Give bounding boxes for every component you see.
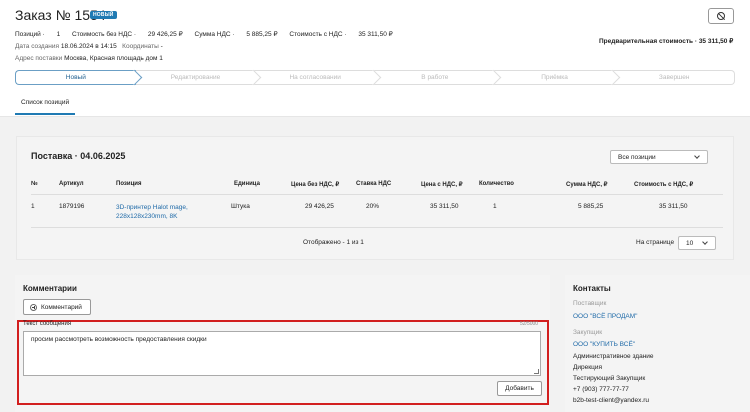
message-label: Текст сообщения bbox=[23, 321, 72, 327]
chevron-down-icon bbox=[702, 239, 708, 245]
cell-vat-rate: 20% bbox=[366, 203, 380, 210]
step-new: Новый bbox=[15, 69, 142, 86]
cell-total: 35 311,50 bbox=[659, 203, 688, 210]
buyer-department: Дирекция bbox=[573, 364, 602, 371]
cell-qty: 1 bbox=[493, 203, 497, 210]
cell-price-vat: 35 311,50 bbox=[430, 203, 459, 210]
per-page-label: На странице bbox=[636, 239, 675, 246]
status-badge: НОВЫЙ bbox=[90, 11, 117, 19]
col-total: Стоимость с НДС, ₽ bbox=[634, 182, 694, 188]
order-summary: Позиций · 1 Стоимость без НДС · 29 426,2… bbox=[15, 31, 393, 38]
col-position: Позиция bbox=[116, 181, 142, 187]
supplier-link[interactable]: ООО "ВСЁ ПРОДАМ" bbox=[573, 313, 637, 320]
step-approval: На согласовании bbox=[255, 69, 382, 86]
order-dates: Дата создания 18.06.2024 в 14:15 Координ… bbox=[15, 43, 163, 50]
contacts-title: Контакты bbox=[573, 284, 611, 293]
col-sku: Артикул bbox=[59, 181, 84, 187]
buyer-link[interactable]: ООО "КУПИТЬ ВСЁ" bbox=[573, 341, 635, 348]
supplier-label: Поставщик bbox=[573, 300, 607, 307]
cell-unit: Штука bbox=[231, 203, 250, 210]
step-acceptance: Приёмка bbox=[494, 69, 621, 86]
comments-title: Комментарии bbox=[23, 284, 77, 293]
cell-vat-sum: 5 885,25 bbox=[578, 203, 604, 210]
buyer-phone: +7 (903) 777-77-77 bbox=[573, 386, 629, 393]
col-qty: Количество bbox=[479, 181, 514, 187]
buyer-email: b2b-test-client@yandex.ru bbox=[573, 397, 649, 404]
submit-comment-button[interactable]: Добавить bbox=[497, 381, 542, 396]
pagination-info: Отображено - 1 из 1 bbox=[303, 239, 364, 246]
delivery-title: Поставка · 04.06.2025 bbox=[31, 151, 126, 161]
resize-handle-icon[interactable] bbox=[534, 369, 539, 374]
cancel-order-button[interactable] bbox=[708, 8, 734, 24]
preliminary-cost: Предварительная стоимость · 35 311,50 ₽ bbox=[599, 38, 734, 45]
cell-price-no-vat: 29 426,25 bbox=[305, 203, 334, 210]
col-vat-rate: Ставка НДС bbox=[356, 181, 392, 187]
plus-circle-icon bbox=[30, 303, 37, 311]
tab-positions[interactable]: Список позиций bbox=[15, 99, 76, 115]
ban-icon bbox=[717, 12, 725, 20]
char-counter: 52/5000 bbox=[520, 321, 539, 327]
table-header-divider bbox=[31, 194, 723, 195]
step-in-work: В работе bbox=[375, 69, 501, 86]
buyer-person: Тестирующий Закупщик bbox=[573, 375, 646, 382]
col-unit: Единица bbox=[234, 181, 260, 187]
add-comment-button[interactable]: Комментарий bbox=[23, 299, 91, 315]
col-price-vat: Цена с НДС, ₽ bbox=[421, 182, 463, 188]
positions-filter-select[interactable]: Все позиции bbox=[610, 150, 708, 164]
message-textarea[interactable]: просим рассмотреть возможность предостав… bbox=[23, 331, 541, 376]
cell-num: 1 bbox=[31, 203, 35, 210]
cell-position-link[interactable]: 3D-принтер Halot mage, 228x128x230mm, 8K bbox=[116, 203, 188, 221]
step-completed: Завершен bbox=[614, 70, 736, 85]
order-address: Адрес поставки Москва, Красная площадь д… bbox=[15, 55, 163, 62]
step-editing: Редактирование bbox=[135, 69, 262, 86]
chevron-down-icon bbox=[694, 153, 700, 159]
buyer-building: Административное здание bbox=[573, 353, 654, 360]
per-page-select[interactable]: 10 bbox=[678, 236, 716, 250]
table-row-divider bbox=[31, 227, 723, 228]
col-price-no-vat: Цена без НДС, ₽ bbox=[291, 182, 340, 188]
col-vat-sum: Сумма НДС, ₽ bbox=[566, 182, 608, 188]
status-stepper: Новый Редактирование На согласовании В р… bbox=[15, 69, 736, 86]
col-num: № bbox=[31, 181, 38, 187]
cell-sku: 1879196 bbox=[59, 203, 85, 210]
buyer-label: Закупщик bbox=[573, 329, 603, 336]
